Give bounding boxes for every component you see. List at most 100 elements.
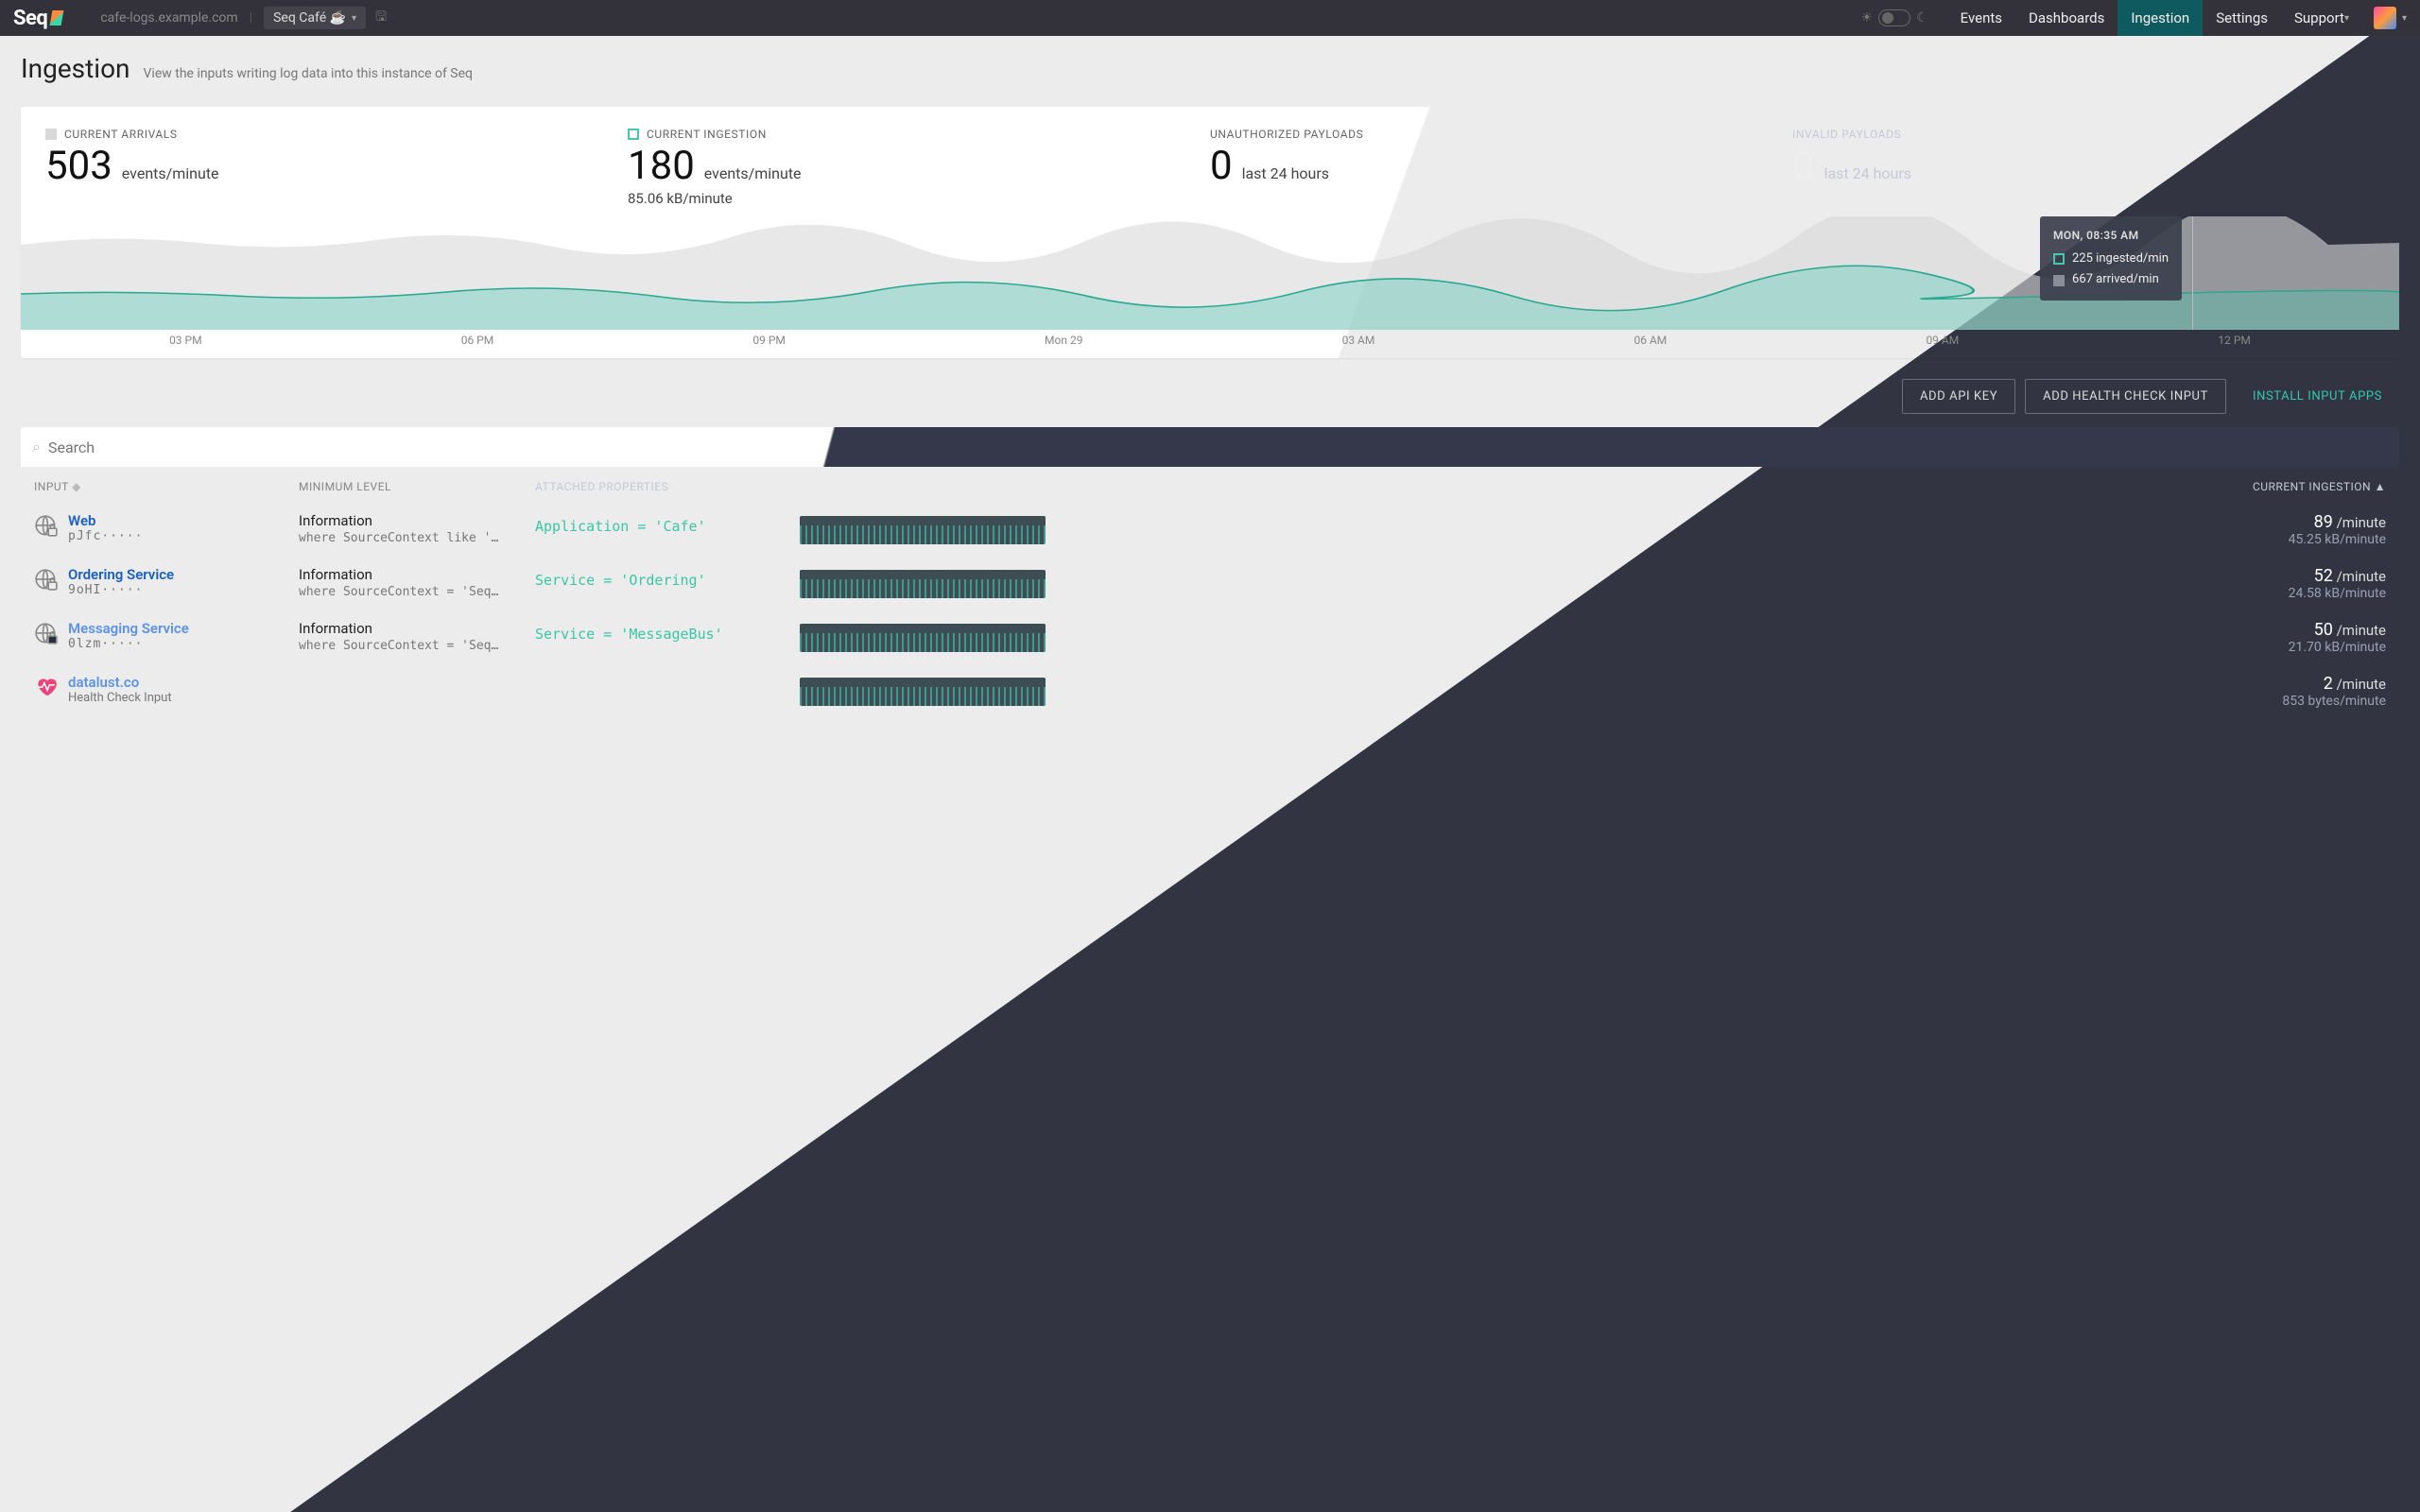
logo[interactable]: Seq (13, 7, 62, 30)
chart-tooltip: MON, 08:35 AM 225 ingested/min 667 arriv… (2040, 216, 2182, 301)
rate-bytes: 853 bytes/minute (1046, 694, 2386, 709)
input-id: 0lzm····· (68, 637, 189, 651)
input-id: pJfc····· (68, 529, 143, 543)
nav-links: Events Dashboards Ingestion Settings Sup… (1947, 0, 2362, 36)
chevron-down-icon[interactable]: ▾ (2402, 13, 2407, 24)
stat-ingestion: CURRENT INGESTION 180 events/minute 85.0… (628, 128, 1210, 207)
rate-unit: /minute (2337, 622, 2386, 639)
x-tick: 06 AM (1634, 334, 1668, 347)
heart-icon (34, 674, 59, 696)
nav-support[interactable]: Support ▾ (2281, 0, 2362, 36)
table-row[interactable]: Messaging Service0lzm····· Information wh… (21, 610, 2399, 664)
logo-mark-icon (50, 10, 64, 26)
stat-unit: last 24 hours (1242, 164, 1329, 182)
stat-unit: last 24 hours (1824, 164, 1911, 182)
page-title: Ingestion (21, 53, 130, 84)
inputs-table: ⌕ INPUT ◆ MINIMUM LEVEL ATTACHED PROPERT… (21, 427, 2399, 718)
stat-value: 503 (45, 146, 112, 186)
brand-text: Seq (13, 7, 47, 30)
x-tick: 12 PM (2218, 334, 2251, 347)
attached-property: Application = 'Cafe' (535, 512, 800, 535)
nav-events[interactable]: Events (1947, 0, 2015, 36)
input-name: Messaging Service (68, 620, 189, 637)
stat-value: 0 (1210, 146, 1233, 186)
input-name: Ordering Service (68, 566, 174, 583)
swatch-ingestion-icon (628, 129, 639, 140)
rate-bytes: 45.25 kB/minute (1046, 532, 2386, 547)
level-text: Information (299, 566, 372, 583)
input-id: 9oHI····· (68, 583, 174, 597)
add-api-key-button[interactable]: ADD API KEY (1902, 379, 2015, 414)
moon-icon: ☾ (1916, 10, 1928, 26)
nav-ingestion[interactable]: Ingestion (2118, 0, 2203, 36)
workspace-picker[interactable]: Seq Café ☕ ▾ (264, 7, 366, 29)
rate-bytes: 21.70 kB/minute (1046, 640, 2386, 655)
table-row[interactable]: WebpJfc····· Informationwhere SourceCont… (21, 503, 2399, 557)
where-clause: where SourceContext = 'Seq… (299, 639, 535, 653)
workspace-label: Seq Café ☕ (273, 10, 346, 26)
stat-label: CURRENT ARRIVALS (64, 128, 178, 141)
host-breadcrumb: cafe-logs.example.com (100, 10, 237, 26)
rate-value: 89 (2314, 512, 2333, 532)
where-clause: where SourceContext like '… (299, 531, 535, 545)
search-bar[interactable]: ⌕ (21, 427, 2399, 467)
stat-unauthorized: UNAUTHORIZED PAYLOADS 0 last 24 hours (1210, 128, 1792, 207)
col-rate[interactable]: CURRENT INGESTION ▲ (1046, 480, 2386, 493)
search-icon: ⌕ (32, 438, 41, 456)
stat-unit: events/minute (122, 164, 219, 182)
sort-asc-icon: ▲ (2375, 480, 2386, 493)
attached-property: Service = 'Ordering' (535, 566, 800, 589)
sparkline (800, 570, 1046, 598)
search-input[interactable] (48, 438, 2388, 456)
chart-x-axis: 03 PM 06 PM 09 PM Mon 29 03 AM 06 AM 09 … (21, 330, 2399, 356)
page-header: Ingestion View the inputs writing log da… (0, 36, 2420, 90)
input-name: Web (68, 512, 143, 529)
rate-value: 2 (2324, 674, 2333, 694)
swatch-arrivals-icon (45, 129, 57, 140)
x-tick: 06 PM (461, 334, 494, 347)
tooltip-arrived: 667 arrived/min (2072, 269, 2159, 290)
x-tick: 03 AM (1342, 334, 1375, 347)
nav-settings[interactable]: Settings (2203, 0, 2281, 36)
globe-lock-icon (34, 622, 59, 646)
tooltip-ingested: 225 ingested/min (2072, 249, 2169, 269)
sparkline (800, 678, 1046, 706)
table-row[interactable]: datalust.coHealth Check Input 2 /minute8… (21, 664, 2399, 718)
table-row[interactable]: Ordering Service9oHI····· Informationwhe… (21, 557, 2399, 610)
rate-bytes: 24.58 kB/minute (1046, 586, 2386, 601)
chart-cursor-line (2192, 216, 2193, 330)
globe-lock-icon (34, 568, 59, 593)
nav-support-label: Support (2294, 9, 2344, 26)
save-icon[interactable]: 🖫 (375, 7, 387, 29)
stat-extra: 85.06 kB/minute (628, 190, 1210, 207)
input-subtitle: Health Check Input (68, 691, 172, 705)
col-input[interactable]: INPUT ◆ (34, 480, 299, 493)
stat-label: CURRENT INGESTION (647, 128, 767, 141)
action-bar: ADD API KEY ADD HEALTH CHECK INPUT INSTA… (0, 358, 2420, 414)
swatch-arrivals-icon (2053, 275, 2065, 286)
install-input-apps-link[interactable]: INSTALL INPUT APPS (2236, 379, 2399, 414)
stat-value: 0 (1792, 146, 1815, 186)
stat-label: UNAUTHORIZED PAYLOADS (1210, 128, 1363, 141)
avatar[interactable] (2374, 7, 2396, 29)
stat-label: INVALID PAYLOADS (1792, 128, 1901, 141)
theme-toggle[interactable]: ☀ ☾ (1861, 9, 1928, 26)
rate-unit: /minute (2337, 676, 2386, 693)
rate-unit: /minute (2337, 514, 2386, 531)
chevron-down-icon: ▾ (352, 13, 356, 24)
nav-dashboards[interactable]: Dashboards (2015, 0, 2118, 36)
swatch-ingestion-icon (2053, 253, 2065, 265)
sparkline (800, 516, 1046, 544)
col-level[interactable]: MINIMUM LEVEL (299, 480, 535, 493)
x-tick: 09 AM (1926, 334, 1959, 347)
stat-invalid: INVALID PAYLOADS 0 last 24 hours (1792, 128, 2375, 207)
page-subtitle: View the inputs writing log data into th… (144, 66, 474, 81)
stat-unit: events/minute (704, 164, 802, 182)
add-health-check-button[interactable]: ADD HEALTH CHECK INPUT (2025, 379, 2226, 414)
stat-arrivals: CURRENT ARRIVALS 503 events/minute (45, 128, 628, 207)
level-text: Information (299, 620, 372, 637)
sun-icon: ☀ (1861, 10, 1874, 26)
col-props[interactable]: ATTACHED PROPERTIES (535, 480, 800, 493)
ingestion-chart[interactable]: MON, 08:35 AM 225 ingested/min 667 arriv… (21, 216, 2399, 358)
rate-value: 52 (2314, 566, 2333, 586)
